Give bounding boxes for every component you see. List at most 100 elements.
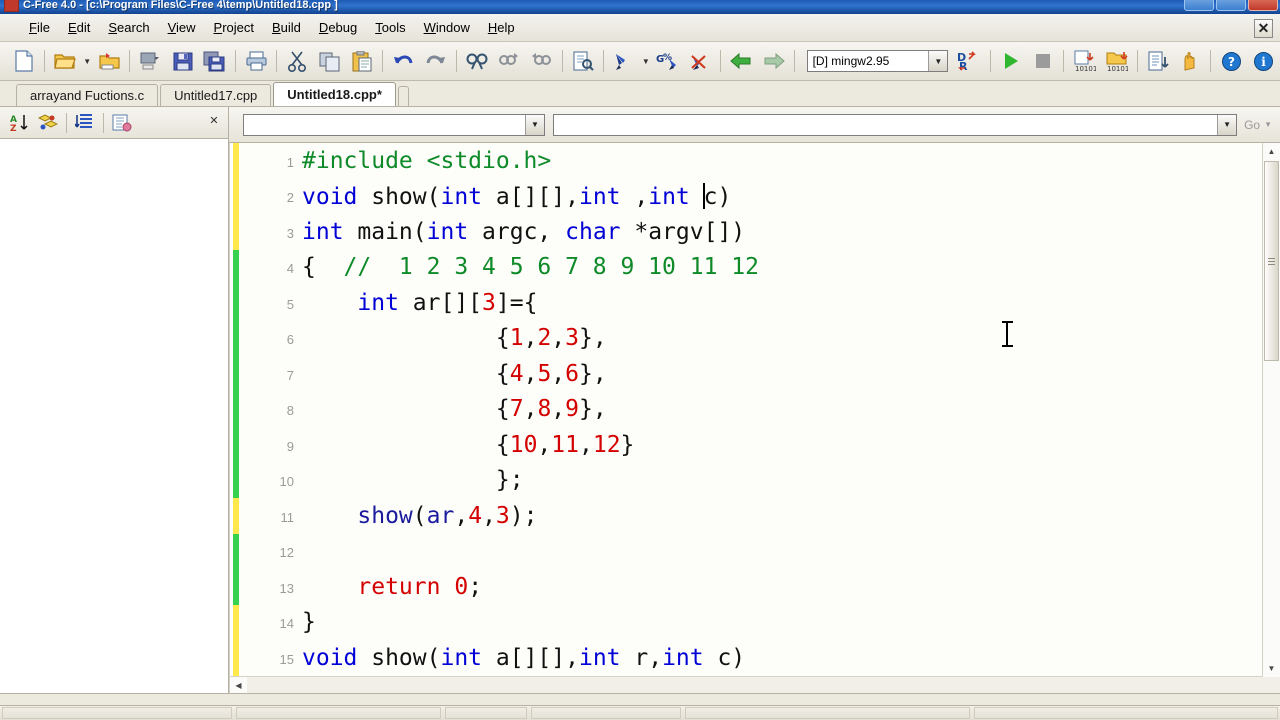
code-token: void <box>302 644 358 671</box>
about-icon[interactable]: i <box>1249 45 1279 77</box>
menu-item-help[interactable]: Help <box>479 17 524 38</box>
code-text: }; <box>302 467 524 493</box>
menu-item-build[interactable]: Build <box>263 17 310 38</box>
vertical-scrollbar[interactable]: ▲ ▼ <box>1262 143 1280 677</box>
sort-alphabetically-icon[interactable]: AZ <box>7 110 33 136</box>
scroll-left-arrow-icon[interactable]: ◀ <box>230 677 247 694</box>
paste-icon[interactable] <box>347 45 377 77</box>
code-token: c) <box>703 183 732 210</box>
code-line[interactable]: 9 {10,11,12} <box>230 427 1263 463</box>
code-line[interactable]: 11 show(ar,4,3); <box>230 498 1263 534</box>
code-line[interactable]: 1 #include <stdio.h> <box>230 143 1263 179</box>
symbol-options-icon[interactable] <box>109 110 135 136</box>
save-as-icon[interactable] <box>135 45 165 77</box>
code-token: 4 <box>468 502 483 529</box>
back-icon[interactable] <box>726 45 756 77</box>
go-button[interactable]: Go ▼ <box>1244 118 1272 132</box>
scope-select[interactable]: ▼ <box>243 113 545 136</box>
tab-untitled18-cpp[interactable]: Untitled18.cpp* <box>273 82 396 106</box>
find-in-files-icon[interactable] <box>568 45 598 77</box>
code-editor[interactable]: 1 #include <stdio.h> 2 void show(int a[][],… <box>230 143 1280 694</box>
chevron-down-icon[interactable]: ▼ <box>928 51 948 71</box>
open-file-icon[interactable] <box>50 45 80 77</box>
menu-item-debug[interactable]: Debug <box>310 17 366 38</box>
compiler-select[interactable]: [D] mingw2.95 ▼ <box>806 50 949 72</box>
line-number: 6 <box>286 332 294 348</box>
code-line[interactable]: 15 void show(int a[][],int r,int c) <box>230 640 1263 676</box>
tab-arrayand-fuctions-c[interactable]: arrayand Fuctions.c <box>16 84 159 106</box>
minimize-button[interactable] <box>1184 0 1214 11</box>
save-all-icon[interactable] <box>200 45 230 77</box>
run-icon[interactable] <box>996 45 1026 77</box>
vertical-scroll-thumb[interactable] <box>1264 161 1279 361</box>
rebuild-icon[interactable] <box>685 45 715 77</box>
help-icon[interactable]: ? <box>1216 45 1246 77</box>
code-token: // 1 2 3 4 5 6 7 8 9 10 11 12 <box>343 254 759 281</box>
find-previous-icon[interactable] <box>526 45 556 77</box>
code-line[interactable]: 5 int ar[][3]={ <box>230 285 1263 321</box>
scroll-up-arrow-icon[interactable]: ▲ <box>1263 143 1280 160</box>
code-viewport[interactable]: 1 #include <stdio.h> 2 void show(int a[][],… <box>230 143 1263 677</box>
menu-item-edit[interactable]: Edit <box>59 17 99 38</box>
code-line[interactable]: 4 { // 1 2 3 4 5 6 7 8 9 10 11 12 <box>230 249 1263 285</box>
reopen-file-icon[interactable] <box>94 45 124 77</box>
symbol-select[interactable]: ▼ <box>553 113 1238 136</box>
menu-item-view[interactable]: View <box>159 17 205 38</box>
copy-icon[interactable] <box>315 45 345 77</box>
line-marker-saved <box>233 533 239 569</box>
close-document-button[interactable]: ✕ <box>1254 19 1273 38</box>
group-by-type-icon[interactable] <box>35 110 61 136</box>
cut-icon[interactable] <box>282 45 312 77</box>
menu-item-tools[interactable]: Tools <box>366 17 414 38</box>
chevron-down-icon[interactable]: ▼ <box>525 114 544 135</box>
code-token: return <box>357 573 441 600</box>
open-recent-dropdown-icon[interactable]: ▼ <box>82 46 93 76</box>
pause-icon[interactable] <box>1175 45 1205 77</box>
step-into-icon[interactable]: 10101 <box>1069 45 1099 77</box>
code-line[interactable]: 8 {7,8,9}, <box>230 391 1263 427</box>
code-line[interactable]: 14} <box>230 604 1263 640</box>
horizontal-scrollbar[interactable]: ◀ <box>230 676 1263 694</box>
code-token: } <box>620 431 635 458</box>
symbol-panel[interactable] <box>0 139 229 694</box>
new-file-icon[interactable] <box>9 45 39 77</box>
show-inheritance-icon[interactable] <box>72 110 98 136</box>
find-next-icon[interactable] <box>494 45 524 77</box>
save-icon[interactable] <box>167 45 197 77</box>
code-token: , <box>482 502 496 529</box>
close-button[interactable] <box>1248 0 1278 11</box>
code-line[interactable]: 3 int main(int argc, char *argv[]) <box>230 214 1263 250</box>
menu-item-search[interactable]: Search <box>99 17 158 38</box>
watch-icon[interactable] <box>1143 45 1173 77</box>
tab-untitled17-cpp[interactable]: Untitled17.cpp <box>160 84 272 106</box>
find-icon[interactable] <box>462 45 492 77</box>
chevron-down-icon[interactable]: ▼ <box>1217 114 1237 135</box>
code-line[interactable]: 13 return 0; <box>230 569 1263 605</box>
forward-icon[interactable] <box>758 45 788 77</box>
chevron-down-icon[interactable]: ▼ <box>1264 120 1272 129</box>
debug-run-icon[interactable]: DR <box>954 45 984 77</box>
menu-item-window[interactable]: Window <box>415 17 479 38</box>
code-line[interactable]: 10 }; <box>230 462 1263 498</box>
code-line[interactable]: 12 <box>230 533 1263 569</box>
stop-icon[interactable] <box>1028 45 1058 77</box>
step-over-icon[interactable]: 10101 <box>1101 45 1131 77</box>
undo-icon[interactable] <box>388 45 418 77</box>
close-symbol-panel-button[interactable]: ✕ <box>207 115 221 129</box>
print-icon[interactable] <box>241 45 271 77</box>
build-icon[interactable]: G% <box>652 45 682 77</box>
code-line[interactable]: 6 {1,2,3}, <box>230 320 1263 356</box>
code-line[interactable]: 2 void show(int a[][],int ,int c) <box>230 178 1263 214</box>
code-token: a[][], <box>482 644 579 671</box>
menu-item-file[interactable]: File <box>20 17 59 38</box>
scroll-down-arrow-icon[interactable]: ▼ <box>1263 660 1280 677</box>
compile-options-dropdown-icon[interactable]: ▼ <box>640 46 651 76</box>
maximize-button[interactable] <box>1216 0 1246 11</box>
code-line[interactable]: 7 {4,5,6}, <box>230 356 1263 392</box>
menu-item-project[interactable]: Project <box>205 17 263 38</box>
compile-icon[interactable] <box>609 45 639 77</box>
line-marker-saved <box>233 427 239 463</box>
redo-icon[interactable] <box>420 45 450 77</box>
status-cell-3 <box>531 707 681 719</box>
